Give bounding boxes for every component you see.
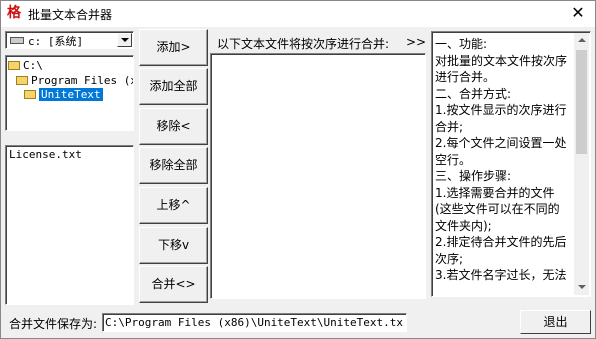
help-scrollbar[interactable] [574,33,589,295]
move-up-button[interactable]: 上移^ [139,187,208,224]
help-textbox[interactable]: 一、功能: 对批量的文本文件按次序进行合并。 二、合并方式: 1.按文件显示的次… [431,31,591,297]
help-line: 1.选择需要合并的文件(这些文件可以在不同的文件夹内); [435,185,560,233]
add-button[interactable]: 添加> [139,29,208,66]
dir-item-unitetext[interactable]: UniteText [24,88,103,102]
save-path-field[interactable] [102,313,407,332]
folder-open-icon [16,76,28,85]
dir-item-label: C:\ [23,59,43,72]
exit-button[interactable]: 退出 [520,310,591,334]
save-path-input[interactable] [105,315,403,330]
directory-tree[interactable]: C:\ Program Files (x86 UniteText [5,55,134,131]
help-line: 3.若文件名字过长，无法 [435,268,567,282]
merge-list[interactable] [210,53,426,299]
drive-select[interactable]: c: [系统] [5,31,134,49]
merge-list-label: 以下文本文件将按次序进行合并: [217,37,390,51]
dir-item-label: UniteText [39,88,103,101]
file-list-item[interactable]: License.txt [9,148,82,161]
window-title: 批量文本合并器 [28,8,113,22]
scroll-up-arrow-icon[interactable] [574,33,589,48]
help-line: 一、功能: [435,37,488,51]
folder-open-icon [8,61,20,70]
close-button[interactable]: ✕ [567,3,589,23]
help-line: 2.排定待合并文件的先后次序; [435,235,567,266]
help-text: 一、功能: 对批量的文本文件按次序进行合并。 二、合并方式: 1.按文件显示的次… [435,36,571,284]
add-all-button[interactable]: 添加全部>> [139,68,208,128]
title-bar: 格 批量文本合并器 ✕ [1,1,595,27]
help-line: 2.每个文件之间设置一处空行。 [435,136,567,167]
chevron-down-icon[interactable] [117,33,132,47]
dir-item-label: Program Files (x86 [31,74,133,87]
merge-list-arrows: >> [406,35,427,49]
app-window: 格 批量文本合并器 ✕ c: [系统] C:\ Program Files (x… [0,0,596,339]
drive-icon [10,37,24,44]
dir-item-root[interactable]: C:\ [8,59,43,73]
help-line: 对批量的文本文件按次序进行合并。 [435,53,568,85]
help-line: 1.按文件显示的次序进行合并; [435,103,567,134]
folder-open-icon [24,90,36,99]
app-logo-icon: 格 [7,5,21,21]
help-line: 三、操作步骤: [435,169,512,183]
scroll-down-arrow-icon[interactable] [574,280,589,295]
save-path-label: 合并文件保存为: [9,317,98,331]
help-line: 二、合并方式: [435,86,512,101]
remove-button[interactable]: 移除< [139,108,208,145]
move-down-button[interactable]: 下移v [139,227,208,264]
scrollbar-thumb[interactable] [576,50,587,154]
drive-select-value: c: [系统] [28,35,84,48]
remove-all-button[interactable]: 移除全部<< [139,147,208,207]
file-list[interactable]: License.txt [5,145,134,305]
merge-button[interactable]: 合并<> [139,266,208,303]
dir-item-program-files[interactable]: Program Files (x86 [16,74,133,88]
